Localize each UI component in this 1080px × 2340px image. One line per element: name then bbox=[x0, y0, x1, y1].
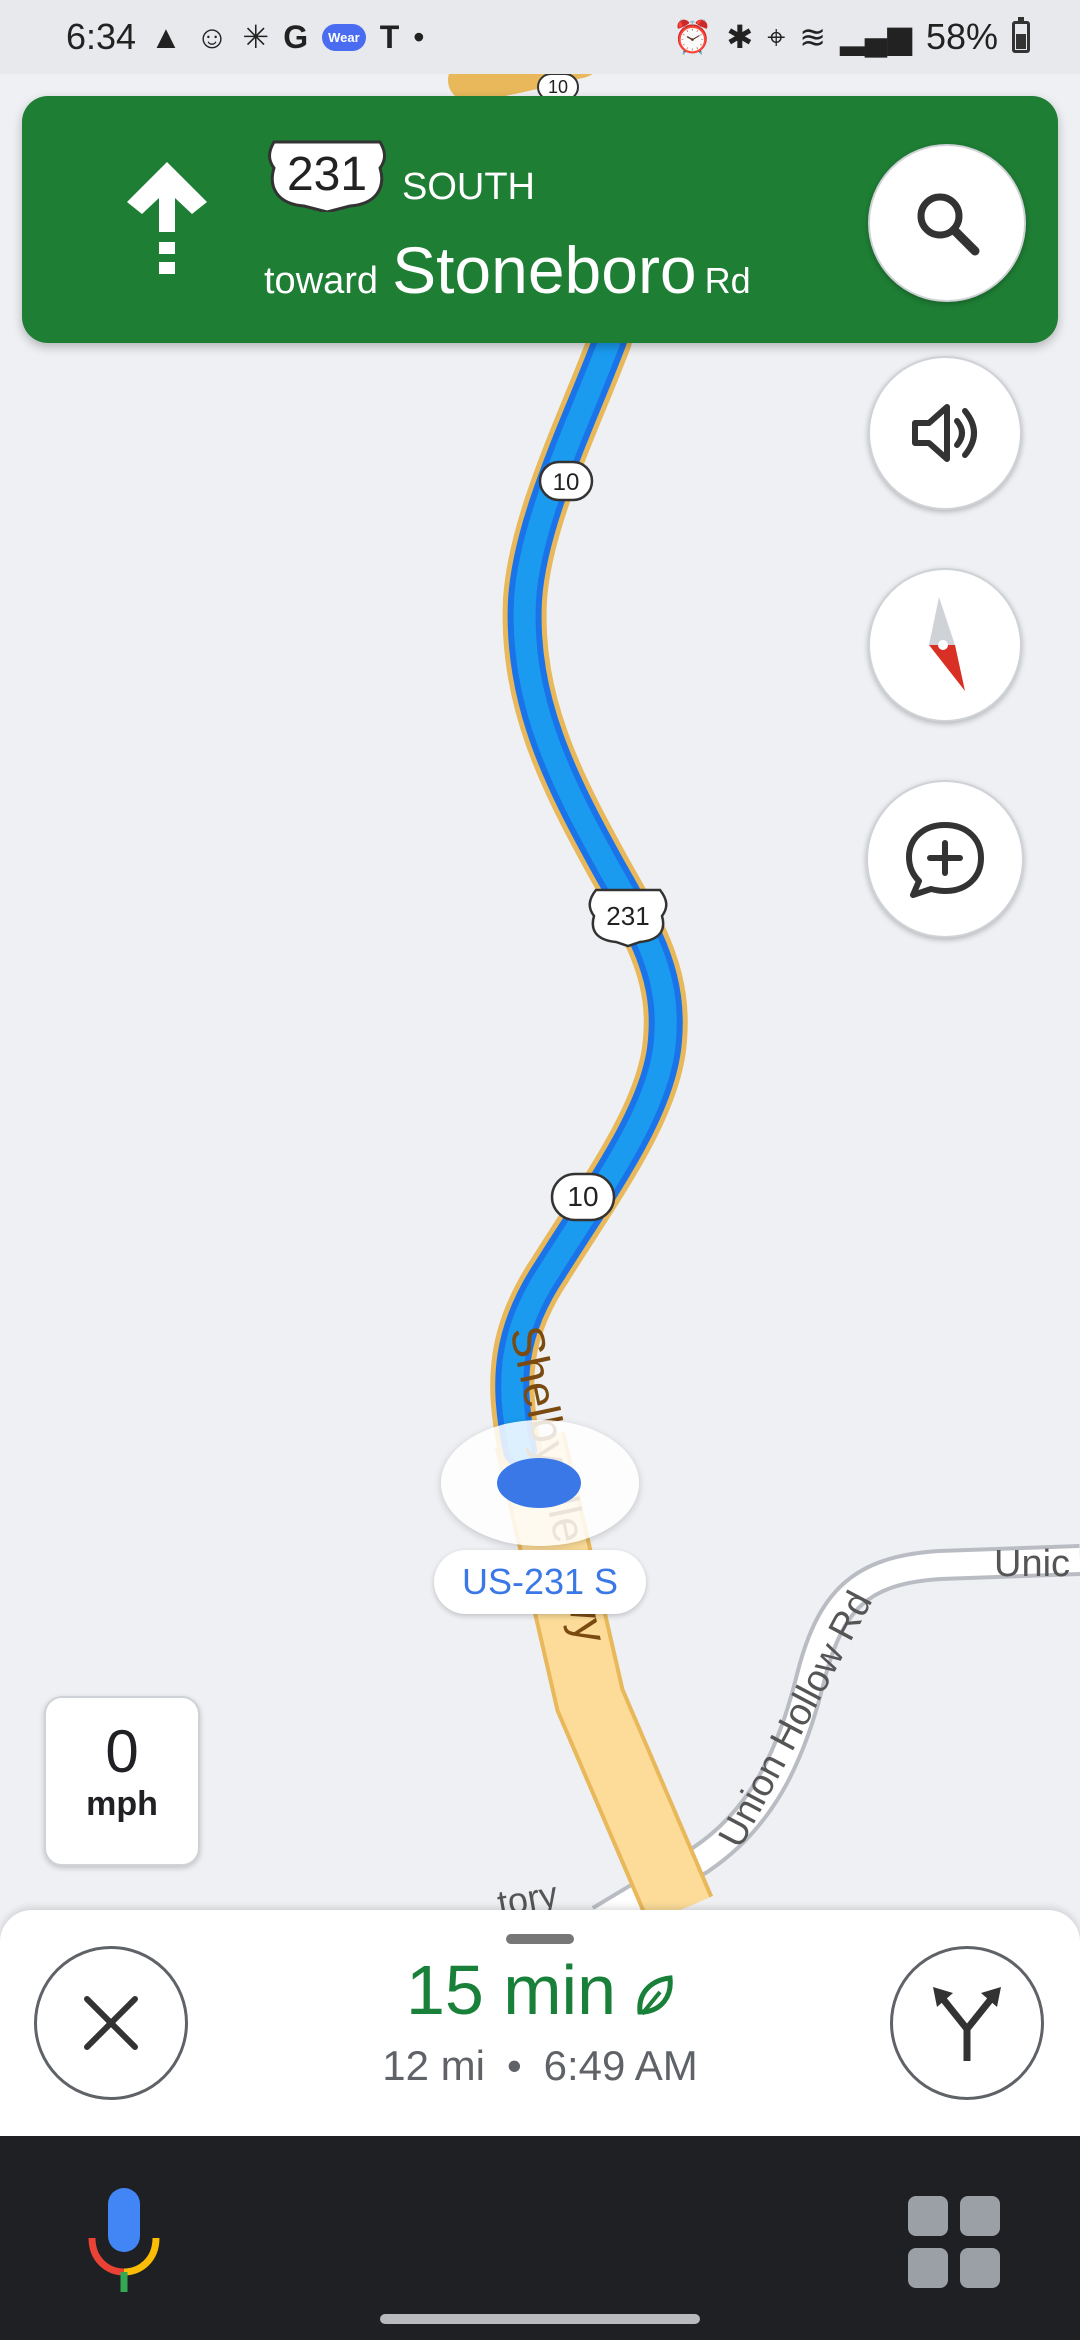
status-bar: 6:34 ▲ ☺ ✳ G Wear T • ⏰ ✱ ⌖ ≋ ▂▄▆ 58% bbox=[0, 0, 1080, 74]
street-name: Stoneboro bbox=[392, 233, 697, 307]
current-route-label: US-231 S bbox=[434, 1550, 646, 1614]
route-shield-10: 10 bbox=[538, 460, 594, 502]
volume-icon bbox=[912, 404, 977, 462]
street-suffix: Rd bbox=[704, 260, 751, 301]
google-g-icon: G bbox=[283, 19, 309, 55]
search-icon bbox=[917, 193, 980, 256]
add-comment-icon bbox=[906, 822, 984, 898]
bluetooth-icon: ✱ bbox=[726, 19, 754, 55]
svg-text:231: 231 bbox=[606, 901, 649, 931]
speedometer: 0 mph bbox=[44, 1696, 200, 1866]
compass-icon bbox=[929, 597, 965, 691]
sound-button[interactable] bbox=[868, 356, 1022, 510]
wear-os-icon: Wear bbox=[322, 23, 366, 51]
alarm-icon: ⏰ bbox=[672, 19, 713, 55]
add-report-button[interactable] bbox=[866, 780, 1024, 938]
route-number: 231 bbox=[286, 148, 368, 201]
apps-grid-icon[interactable] bbox=[908, 2196, 1002, 2290]
sheet-drag-handle[interactable] bbox=[506, 1934, 574, 1944]
svg-text:10: 10 bbox=[553, 469, 580, 496]
walmart-spark-icon: ✳ bbox=[242, 19, 270, 55]
eco-leaf-icon bbox=[637, 1974, 673, 2015]
route-direction: SOUTH bbox=[402, 166, 535, 208]
notification-dot-icon: • bbox=[413, 19, 425, 55]
navigation-arrow-icon: ▲ bbox=[150, 19, 182, 55]
road-label-union-edge: Unic bbox=[994, 1543, 1070, 1585]
wifi-icon: ≋ bbox=[799, 19, 827, 55]
status-bar-left: 6:34 ▲ ☺ ✳ G Wear T • bbox=[66, 16, 424, 58]
straight-arrow-icon bbox=[127, 162, 207, 274]
svg-text:10: 10 bbox=[548, 77, 568, 97]
waze-icon: ☺ bbox=[195, 19, 229, 55]
tmobile-icon: T bbox=[379, 19, 400, 55]
fork-route-icon bbox=[933, 1987, 1001, 2061]
speed-unit: mph bbox=[86, 1785, 158, 1823]
home-indicator[interactable] bbox=[380, 2314, 700, 2324]
microphone-icon[interactable] bbox=[84, 2188, 164, 2298]
route-shield-231: 231 bbox=[588, 888, 668, 948]
bottom-app-bar bbox=[0, 2136, 1080, 2340]
svg-text:10: 10 bbox=[567, 1181, 598, 1212]
compass-button[interactable] bbox=[868, 568, 1022, 722]
status-time: 6:34 bbox=[66, 16, 137, 57]
trip-distance: 12 mi bbox=[382, 2042, 485, 2089]
toward-line: toward Stoneboro Rd bbox=[264, 232, 751, 308]
signal-icon: ▂▄▆ bbox=[840, 19, 912, 55]
status-bar-right: ⏰ ✱ ⌖ ≋ ▂▄▆ 58% bbox=[673, 16, 1030, 58]
toward-word: toward bbox=[264, 260, 379, 302]
speed-value: 0 bbox=[105, 1718, 139, 1785]
search-button[interactable] bbox=[868, 144, 1026, 302]
arrival-time: 6:49 AM bbox=[543, 2042, 698, 2089]
location-pin-icon: ⌖ bbox=[767, 19, 786, 55]
route-shield-10-lower: 10 bbox=[550, 1172, 616, 1222]
separator-dot: • bbox=[506, 2042, 522, 2089]
trip-summary-sheet[interactable]: 15 min 12 mi • 6:49 AM bbox=[0, 1910, 1080, 2136]
battery-percent: 58% bbox=[925, 16, 998, 57]
battery-icon bbox=[1012, 17, 1030, 53]
alternate-routes-button[interactable] bbox=[890, 1946, 1044, 2100]
trip-duration: 15 min bbox=[405, 1951, 617, 2029]
current-location-icon bbox=[497, 1458, 581, 1508]
